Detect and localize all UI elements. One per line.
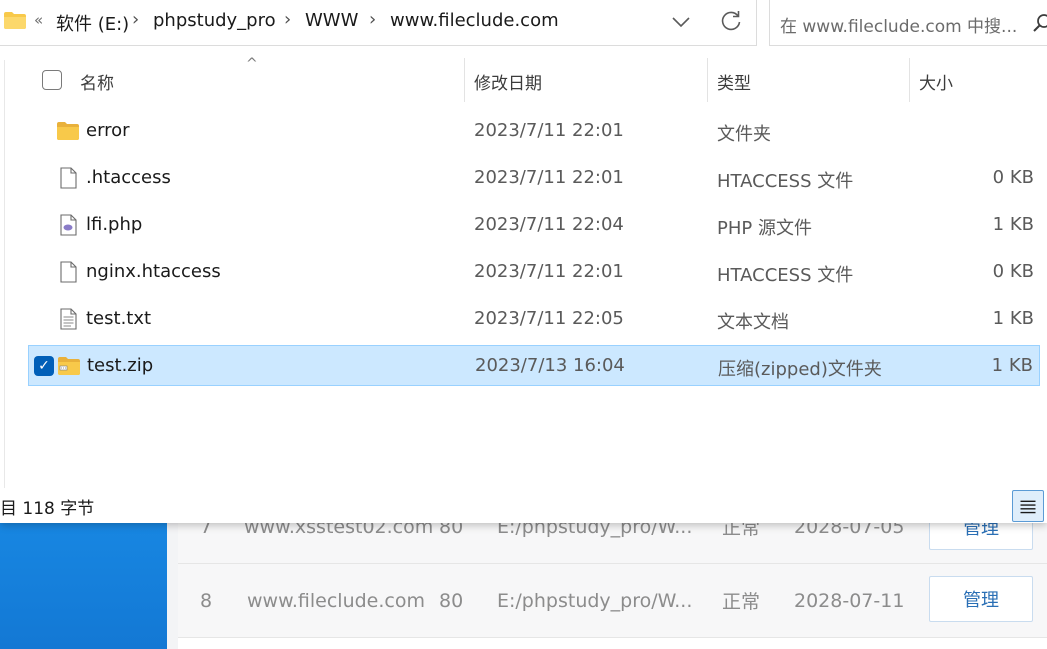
- sort-ascending-icon: ^: [246, 56, 258, 72]
- file-icon: [60, 167, 77, 189]
- chevron-right-icon[interactable]: ›: [132, 9, 139, 30]
- table-row[interactable]: 8 www.fileclude.com 80 E:/phpstudy_pro/W…: [178, 564, 1047, 638]
- file-name: test.zip: [87, 355, 154, 376]
- text-file-icon: [60, 308, 77, 330]
- manage-button[interactable]: 管理: [929, 576, 1033, 622]
- file-size: 0 KB: [992, 167, 1034, 188]
- file-modified: 2023/7/13 16:04: [475, 355, 625, 376]
- file-name: test.txt: [86, 308, 152, 329]
- column-header-type[interactable]: 类型: [717, 69, 751, 94]
- file-modified: 2023/7/11 22:01: [474, 167, 624, 188]
- search-input[interactable]: 在 www.fileclude.com 中搜...: [780, 12, 1017, 37]
- zip-folder-icon: [58, 357, 80, 375]
- file-size: 1 KB: [991, 355, 1033, 376]
- file-row-lfi-php[interactable]: lfi.php 2023/7/11 22:04 PHP 源文件 1 KB: [28, 205, 1040, 246]
- row-domain: www.fileclude.com: [247, 589, 425, 612]
- file-row-nginx-htaccess[interactable]: nginx.htaccess 2023/7/11 22:01 HTACCESS …: [28, 252, 1040, 293]
- file-size: 1 KB: [992, 214, 1034, 235]
- chevron-down-icon[interactable]: [669, 9, 693, 35]
- status-bar-text: 目 118 字节: [0, 499, 95, 519]
- file-type: HTACCESS 文件: [717, 171, 854, 192]
- file-modified: 2023/7/11 22:01: [474, 261, 624, 282]
- file-row-error[interactable]: error 2023/7/11 22:01 文件夹: [28, 111, 1040, 152]
- breadcrumb-item-phpstudy[interactable]: phpstudy_pro: [153, 10, 276, 31]
- file-name: .htaccess: [86, 167, 171, 188]
- column-divider[interactable]: [464, 58, 465, 102]
- file-size: 1 KB: [992, 308, 1034, 329]
- file-explorer-window: « 软件 (E:) › phpstudy_pro › WWW › www.fil…: [0, 0, 1047, 523]
- file-type: PHP 源文件: [717, 218, 812, 239]
- app-sidebar: [0, 520, 167, 649]
- chevron-right-icon[interactable]: ›: [369, 9, 376, 30]
- file-row-test-zip[interactable]: ✓ test.zip 2023/7/13 16:04 压缩(zipped)文件夹…: [28, 345, 1040, 386]
- details-view-button[interactable]: [1012, 490, 1044, 522]
- file-name: lfi.php: [86, 214, 143, 235]
- row-index: 8: [200, 589, 213, 612]
- column-divider[interactable]: [909, 58, 910, 102]
- row-path: E:/phpstudy_pro/W...: [497, 589, 693, 612]
- column-header-modified[interactable]: 修改日期: [474, 69, 542, 94]
- file-modified: 2023/7/11 22:05: [474, 308, 624, 329]
- breadcrumb-item-drive[interactable]: 软件 (E:): [56, 10, 129, 36]
- file-row-test-txt[interactable]: test.txt 2023/7/11 22:05 文本文档 1 KB: [28, 299, 1040, 340]
- column-header-name[interactable]: 名称: [80, 69, 114, 94]
- search-box[interactable]: 在 www.fileclude.com 中搜...: [769, 0, 1047, 46]
- details-view-icon: [1020, 500, 1036, 514]
- row-date: 2028-07-11: [794, 589, 905, 612]
- row-port: 80: [439, 589, 464, 612]
- file-type: 文本文档: [717, 312, 789, 333]
- file-modified: 2023/7/11 22:04: [474, 214, 624, 235]
- row-status: 正常: [722, 591, 761, 613]
- php-file-icon: [60, 214, 77, 236]
- column-header-row: ^ 名称 修改日期 类型 大小: [28, 56, 1047, 102]
- file-type: HTACCESS 文件: [717, 265, 854, 286]
- breadcrumb-item-site[interactable]: www.fileclude.com: [390, 10, 559, 31]
- file-icon: [60, 261, 77, 283]
- chevron-right-icon[interactable]: ›: [284, 9, 291, 30]
- file-row-htaccess[interactable]: .htaccess 2023/7/11 22:01 HTACCESS 文件 0 …: [28, 158, 1040, 199]
- search-icon[interactable]: [1032, 12, 1047, 34]
- file-modified: 2023/7/11 22:01: [474, 120, 624, 141]
- navigation-pane-edge: [0, 60, 5, 488]
- file-size: 0 KB: [992, 261, 1034, 282]
- address-bar[interactable]: « 软件 (E:) › phpstudy_pro › WWW › www.fil…: [0, 0, 757, 46]
- checkmark-icon[interactable]: ✓: [34, 356, 54, 376]
- select-all-checkbox[interactable]: [42, 70, 62, 90]
- folder-icon: [57, 122, 79, 140]
- column-divider[interactable]: [707, 58, 708, 102]
- folder-icon: [4, 12, 26, 29]
- file-name: nginx.htaccess: [86, 261, 221, 282]
- file-type: 压缩(zipped)文件夹: [718, 359, 882, 380]
- refresh-icon[interactable]: [718, 8, 744, 34]
- column-header-size[interactable]: 大小: [919, 69, 953, 94]
- file-type: 文件夹: [717, 124, 771, 145]
- breadcrumb-item-www[interactable]: WWW: [305, 10, 358, 31]
- file-name: error: [86, 120, 130, 141]
- breadcrumb-overflow-button[interactable]: «: [34, 11, 43, 29]
